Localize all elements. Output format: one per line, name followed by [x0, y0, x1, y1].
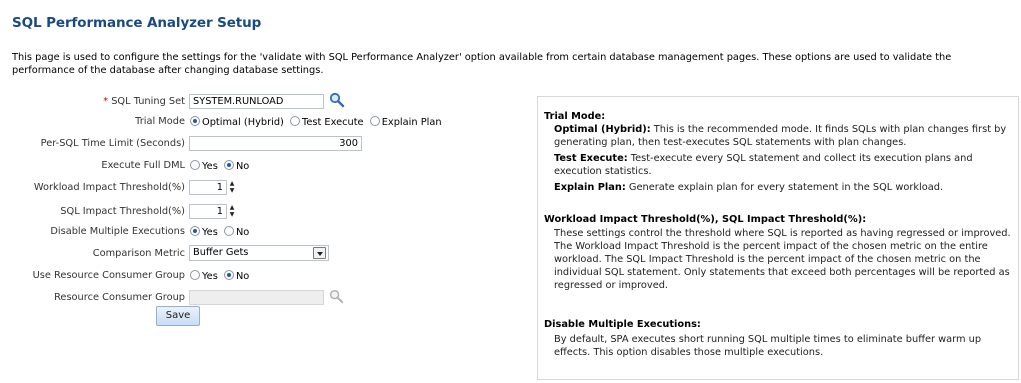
use-rcg-no-label: No	[235, 271, 250, 282]
disable-multiple-no-radio[interactable]	[223, 226, 234, 236]
use-rcg-no-radio[interactable]	[223, 270, 234, 280]
sql-threshold-label: SQL Impact Threshold(%)	[60, 206, 185, 217]
execute-full-dml-no-label: No	[235, 161, 250, 172]
sql-tuning-set-input[interactable]: SYSTEM.RUNLOAD	[189, 94, 324, 109]
workload-threshold-stepper[interactable]: ▲ ▼	[228, 180, 236, 195]
trial-mode-label: Trial Mode	[135, 116, 185, 127]
trial-mode-optimal-radio[interactable]	[190, 116, 200, 126]
help-disable-heading: Disable Multiple Executions:	[544, 319, 701, 330]
stepper-down-icon[interactable]: ▼	[228, 187, 236, 194]
execute-full-dml-radio-group: Yes No	[190, 160, 252, 172]
stepper-up-icon[interactable]: ▲	[228, 180, 236, 187]
execute-full-dml-yes-radio[interactable]	[190, 160, 200, 170]
page-description: This page is used to configure the setti…	[12, 52, 952, 76]
trial-mode-test-execute-label: Test Execute	[302, 117, 364, 128]
sql-tuning-set-label: * SQL Tuning Set	[103, 96, 185, 107]
use-rcg-radio-group: Yes No	[190, 270, 252, 282]
comparison-metric-label: Comparison Metric	[92, 248, 185, 259]
page-title: SQL Performance Analyzer Setup	[12, 15, 262, 31]
trial-mode-explain-plan-label: Explain Plan	[381, 117, 442, 128]
spa-setup-page: SQL Performance Analyzer Setup This page…	[0, 0, 1021, 383]
chevron-down-icon[interactable]	[313, 247, 326, 259]
search-icon	[329, 289, 344, 304]
disable-multiple-label: Disable Multiple Executions	[50, 226, 185, 237]
rcg-label: Resource Consumer Group	[54, 292, 185, 303]
stepper-down-icon[interactable]: ▼	[228, 211, 236, 218]
rcg-input	[189, 290, 324, 305]
disable-multiple-no-label: No	[235, 227, 250, 238]
use-rcg-yes-label: Yes	[202, 271, 218, 282]
use-rcg-yes-radio[interactable]	[190, 270, 200, 280]
disable-multiple-yes-label: Yes	[202, 227, 218, 238]
workload-threshold-input[interactable]: 1	[189, 180, 227, 195]
help-test-execute-text: Test Execute: Test-execute every SQL sta…	[554, 153, 973, 177]
help-explain-plan-text: Explain Plan: Generate explain plan for …	[554, 182, 944, 193]
disable-multiple-radio-group: Yes No	[190, 226, 252, 238]
comparison-metric-select[interactable]: Buffer Gets	[189, 245, 329, 261]
help-optimal-text: Optimal (Hybrid): This is the recommende…	[554, 124, 1007, 148]
workload-threshold-label: Workload Impact Threshold(%)	[33, 182, 185, 193]
help-panel: Trial Mode: Optimal (Hybrid): This is th…	[537, 96, 1019, 380]
sql-threshold-input[interactable]: 1	[189, 204, 227, 219]
stepper-up-icon[interactable]: ▲	[228, 204, 236, 211]
save-button[interactable]: Save	[156, 306, 200, 326]
trial-mode-test-execute-radio[interactable]	[290, 116, 300, 126]
required-indicator: *	[103, 96, 109, 107]
trial-mode-radio-group: Optimal (Hybrid) Test Execute Explain Pl…	[190, 116, 445, 128]
execute-full-dml-no-radio[interactable]	[223, 160, 234, 170]
time-limit-input[interactable]: 300	[189, 136, 362, 151]
disable-multiple-yes-radio[interactable]	[190, 226, 200, 236]
help-threshold-text: These settings control the threshold whe…	[554, 228, 1011, 291]
trial-mode-explain-plan-radio[interactable]	[369, 116, 380, 126]
time-limit-label: Per-SQL Time Limit (Seconds)	[40, 138, 185, 149]
search-icon[interactable]	[329, 92, 345, 108]
trial-mode-optimal-label: Optimal (Hybrid)	[202, 117, 284, 128]
help-disable-text: By default, SPA executes short running S…	[554, 334, 982, 358]
sql-threshold-stepper[interactable]: ▲ ▼	[228, 204, 236, 219]
execute-full-dml-label: Execute Full DML	[101, 160, 185, 171]
use-rcg-label: Use Resource Consumer Group	[32, 270, 185, 281]
help-trial-mode-heading: Trial Mode:	[544, 111, 606, 122]
execute-full-dml-yes-label: Yes	[202, 161, 218, 172]
comparison-metric-value: Buffer Gets	[193, 247, 249, 258]
help-threshold-heading: Workload Impact Threshold(%), SQL Impact…	[544, 214, 867, 225]
